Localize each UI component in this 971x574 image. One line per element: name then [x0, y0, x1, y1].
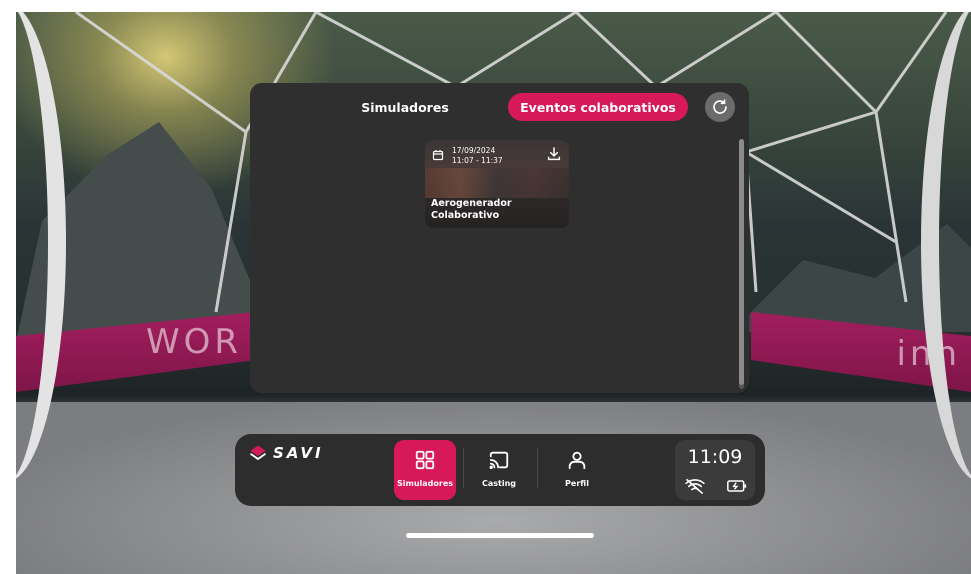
refresh-icon — [713, 99, 727, 114]
clock: 11:09 — [687, 446, 743, 468]
status-area: 11:09 — [675, 440, 755, 500]
event-date: 17/09/2024 — [452, 146, 496, 155]
nav-casting-label: Casting — [481, 479, 517, 488]
banner-left-text: WOR — [146, 322, 243, 362]
dock-divider — [537, 448, 538, 488]
nav-simuladores[interactable]: Simuladores — [394, 440, 456, 500]
calendar-icon — [432, 150, 444, 161]
battery-charging-icon — [727, 480, 747, 492]
event-card[interactable]: 17/09/2024 11:07 - 11:37 Aerogenerador C… — [425, 140, 569, 228]
event-title: Aerogenerador Colaborativo — [431, 198, 512, 222]
bottom-dock: SAVI Simuladores Casting Perfil 11:09 — [235, 434, 765, 506]
event-thumbnail — [425, 168, 569, 198]
brand: SAVI — [249, 444, 324, 462]
event-time: 11:07 - 11:37 — [452, 156, 503, 165]
dock-divider — [463, 448, 464, 488]
events-panel: Simuladores Eventos colaborativos 17/09/… — [250, 83, 749, 393]
event-title-line2: Colaborativo — [431, 210, 500, 221]
nav-perfil-label: Perfil — [565, 479, 589, 488]
home-indicator[interactable] — [406, 533, 594, 538]
cast-icon — [489, 451, 509, 469]
nav-perfil[interactable]: Perfil — [546, 440, 608, 500]
nav-simuladores-label: Simuladores — [396, 479, 454, 488]
event-datetime: 17/09/2024 11:07 - 11:37 — [452, 146, 503, 166]
grid-icon — [415, 450, 435, 470]
tab-simuladores[interactable]: Simuladores — [350, 93, 460, 121]
savi-logo-icon — [249, 445, 267, 461]
event-title-line1: Aerogenerador — [431, 198, 512, 209]
scrollbar-thumb[interactable] — [739, 139, 744, 385]
scrollbar[interactable] — [739, 139, 744, 389]
brand-name: SAVI — [273, 444, 324, 462]
user-icon — [568, 451, 586, 470]
download-icon[interactable] — [546, 146, 562, 162]
nav-casting[interactable]: Casting — [468, 440, 530, 500]
tab-eventos-colaborativos[interactable]: Eventos colaborativos — [508, 93, 688, 121]
refresh-button[interactable] — [705, 92, 735, 122]
wifi-off-icon — [685, 478, 705, 494]
